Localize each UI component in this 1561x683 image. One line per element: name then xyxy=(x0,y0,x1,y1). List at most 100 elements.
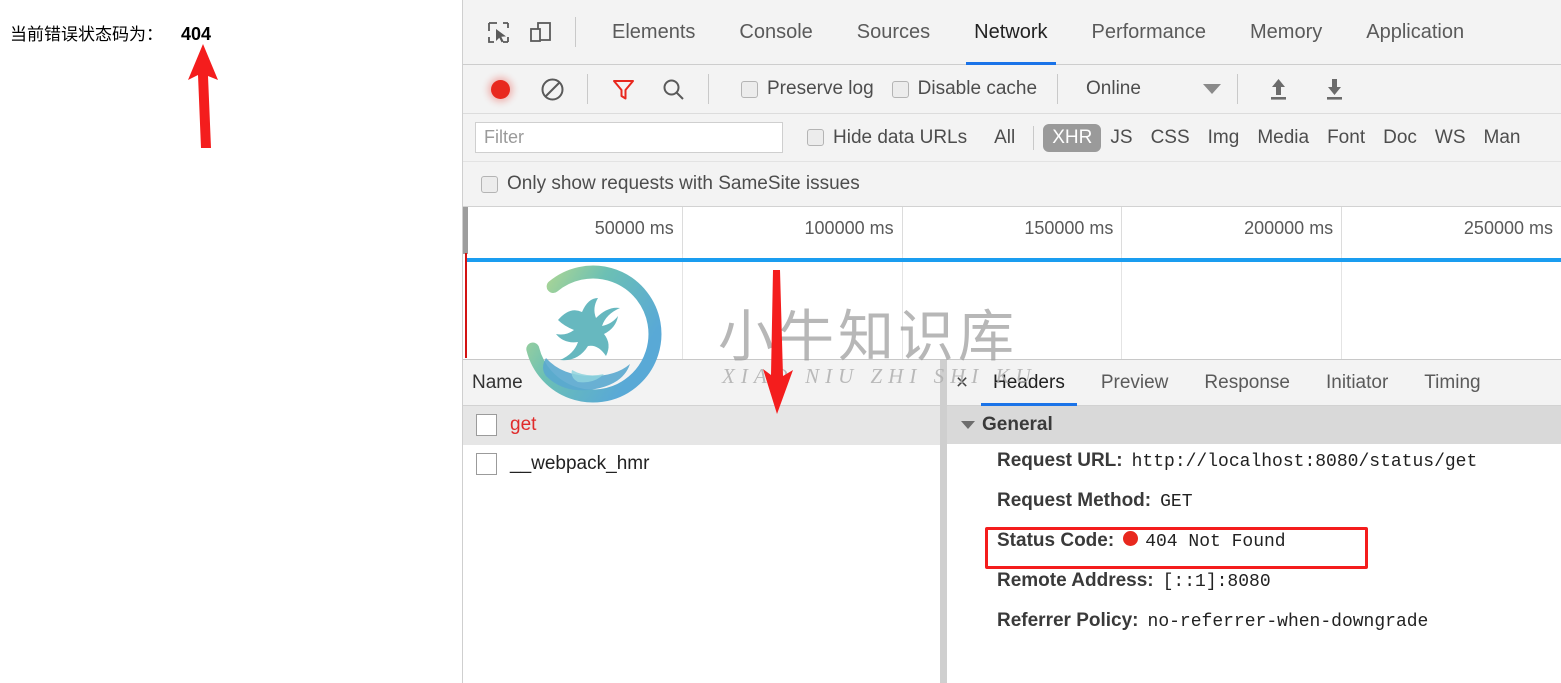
preserve-log-checkbox-group[interactable]: Preserve log xyxy=(741,78,874,100)
record-dot xyxy=(490,79,510,99)
clear-button-icon[interactable] xyxy=(531,68,573,110)
page-status-label: 当前错误状态码为： xyxy=(10,25,163,44)
field-request-method: Request Method: GET xyxy=(997,490,1561,530)
throttling-value: Online xyxy=(1086,78,1141,99)
disable-cache-checkbox[interactable] xyxy=(891,80,909,98)
type-filter-divider xyxy=(1033,125,1035,150)
request-list-header[interactable]: Name xyxy=(463,360,940,406)
samesite-checkbox-group[interactable]: Only show requests with SameSite issues xyxy=(481,173,860,195)
field-request-url: Request URL: http://localhost:8080/statu… xyxy=(997,450,1561,490)
type-filter-img[interactable]: Img xyxy=(1199,124,1249,152)
filter-input[interactable] xyxy=(475,122,783,153)
timeline-tick-label: 150000 ms xyxy=(1024,218,1114,238)
tab-initiator[interactable]: Initiator xyxy=(1308,360,1406,406)
type-filter-manifest[interactable]: Man xyxy=(1475,124,1530,152)
timeline-tick-label: 200000 ms xyxy=(1244,218,1334,238)
status-error-dot-icon xyxy=(1123,531,1139,546)
throttling-dropdown[interactable]: Online xyxy=(1086,78,1221,100)
field-value: 404 Not Found xyxy=(1145,532,1286,552)
hide-data-urls-checkbox[interactable] xyxy=(807,129,824,146)
tab-performance[interactable]: Performance xyxy=(1070,0,1229,65)
type-filter-font[interactable]: Font xyxy=(1318,124,1374,152)
tab-network[interactable]: Network xyxy=(952,0,1069,65)
request-name: __webpack_hmr xyxy=(510,453,650,474)
type-filter-js[interactable]: JS xyxy=(1101,124,1141,152)
timeline-tick-4: 200000 ms xyxy=(1122,207,1343,254)
pane-splitter[interactable] xyxy=(940,360,947,683)
tab-elements[interactable]: Elements xyxy=(590,0,717,65)
timeline-load-line xyxy=(466,258,1561,262)
type-filter-xhr[interactable]: XHR xyxy=(1043,123,1102,152)
tab-application[interactable]: Application xyxy=(1344,0,1486,65)
timeline-grid-cell xyxy=(683,254,903,359)
samesite-checkbox[interactable] xyxy=(481,175,498,193)
tab-timing[interactable]: Timing xyxy=(1406,360,1498,406)
screen-root: 当前错误状态码为： 404 Elements Console Sources N… xyxy=(0,0,1561,683)
type-filter-doc[interactable]: Doc xyxy=(1374,124,1426,152)
timeline-grid-cell xyxy=(463,254,683,359)
table-row[interactable]: __webpack_hmr xyxy=(463,445,940,484)
field-referrer-policy: Referrer Policy: no-referrer-when-downgr… xyxy=(997,610,1561,650)
preserve-log-checkbox[interactable] xyxy=(741,80,758,98)
control-divider-1 xyxy=(587,74,588,104)
timeline-grid-cell xyxy=(903,254,1123,359)
request-details-pane: × Headers Preview Response Initiator Tim… xyxy=(947,360,1561,683)
close-icon[interactable]: × xyxy=(949,360,975,406)
timeline-tick-1: 50000 ms xyxy=(463,207,683,254)
field-key: Request Method: xyxy=(997,490,1152,511)
tab-preview[interactable]: Preview xyxy=(1083,360,1187,406)
timeline-grid-cell xyxy=(1122,254,1343,359)
samesite-filter-bar: Only show requests with SameSite issues xyxy=(463,162,1561,207)
field-key: Referrer Policy: xyxy=(997,610,1139,631)
record-button-icon[interactable] xyxy=(479,68,521,110)
device-toolbar-icon[interactable] xyxy=(519,11,561,53)
control-divider-4 xyxy=(1236,74,1238,104)
network-filter-bar: Hide data URLs All XHR JS CSS Img Media … xyxy=(463,114,1561,162)
field-value: GET xyxy=(1160,492,1193,512)
table-row[interactable]: get xyxy=(463,406,940,445)
tab-memory[interactable]: Memory xyxy=(1228,0,1344,65)
search-icon[interactable] xyxy=(652,68,694,110)
tab-response[interactable]: Response xyxy=(1186,360,1308,406)
timeline-domcontentloaded-line xyxy=(465,253,467,358)
document-icon xyxy=(476,453,497,475)
disable-cache-checkbox-group[interactable]: Disable cache xyxy=(891,78,1038,100)
field-value: no-referrer-when-downgrade xyxy=(1147,612,1429,632)
export-har-icon[interactable] xyxy=(1314,68,1356,110)
timeline-ruler: 50000 ms 100000 ms 150000 ms 200000 ms 2… xyxy=(463,207,1561,254)
tab-headers[interactable]: Headers xyxy=(975,360,1083,406)
devtools-panel: Elements Console Sources Network Perform… xyxy=(463,0,1561,683)
timeline-gutter xyxy=(463,207,468,254)
tab-sources[interactable]: Sources xyxy=(835,0,952,65)
inspect-element-icon[interactable] xyxy=(477,11,519,53)
field-value: http://localhost:8080/status/get xyxy=(1131,452,1478,472)
type-filter-media[interactable]: Media xyxy=(1248,124,1318,152)
field-remote-address: Remote Address: [::1]:8080 xyxy=(997,570,1561,610)
network-control-bar: Preserve log Disable cache Online xyxy=(463,65,1561,114)
toolbar-divider xyxy=(575,17,576,47)
tab-console[interactable]: Console xyxy=(717,0,834,65)
type-filter-css[interactable]: CSS xyxy=(1142,124,1199,152)
timeline-tick-5: 250000 ms xyxy=(1342,207,1561,254)
field-value: [::1]:8080 xyxy=(1162,572,1271,592)
chevron-down-icon xyxy=(1202,84,1221,94)
field-status-code: Status Code: 404 Not Found xyxy=(985,527,1561,570)
timeline-tick-3: 150000 ms xyxy=(903,207,1123,254)
page-status-value: 404 xyxy=(181,24,212,44)
type-filter-ws[interactable]: WS xyxy=(1426,124,1475,152)
import-har-icon[interactable] xyxy=(1258,68,1300,110)
browser-page-pane: 当前错误状态码为： 404 xyxy=(0,0,463,683)
timeline-grid xyxy=(463,254,1561,359)
filter-toggle-icon[interactable] xyxy=(602,68,644,110)
triangle-down-icon xyxy=(961,421,975,429)
network-overview-timeline[interactable]: 50000 ms 100000 ms 150000 ms 200000 ms 2… xyxy=(463,207,1561,359)
disable-cache-label: Disable cache xyxy=(917,78,1038,99)
timeline-grid-cell xyxy=(1342,254,1561,359)
timeline-tick-2: 100000 ms xyxy=(683,207,903,254)
timeline-tick-label: 50000 ms xyxy=(594,218,674,238)
type-filter-all[interactable]: All xyxy=(985,124,1024,152)
general-section-header[interactable]: General xyxy=(947,406,1561,444)
preserve-log-label: Preserve log xyxy=(767,78,874,99)
hide-data-urls-checkbox-group[interactable]: Hide data URLs xyxy=(807,127,967,149)
devtools-tabstrip: Elements Console Sources Network Perform… xyxy=(463,0,1561,65)
